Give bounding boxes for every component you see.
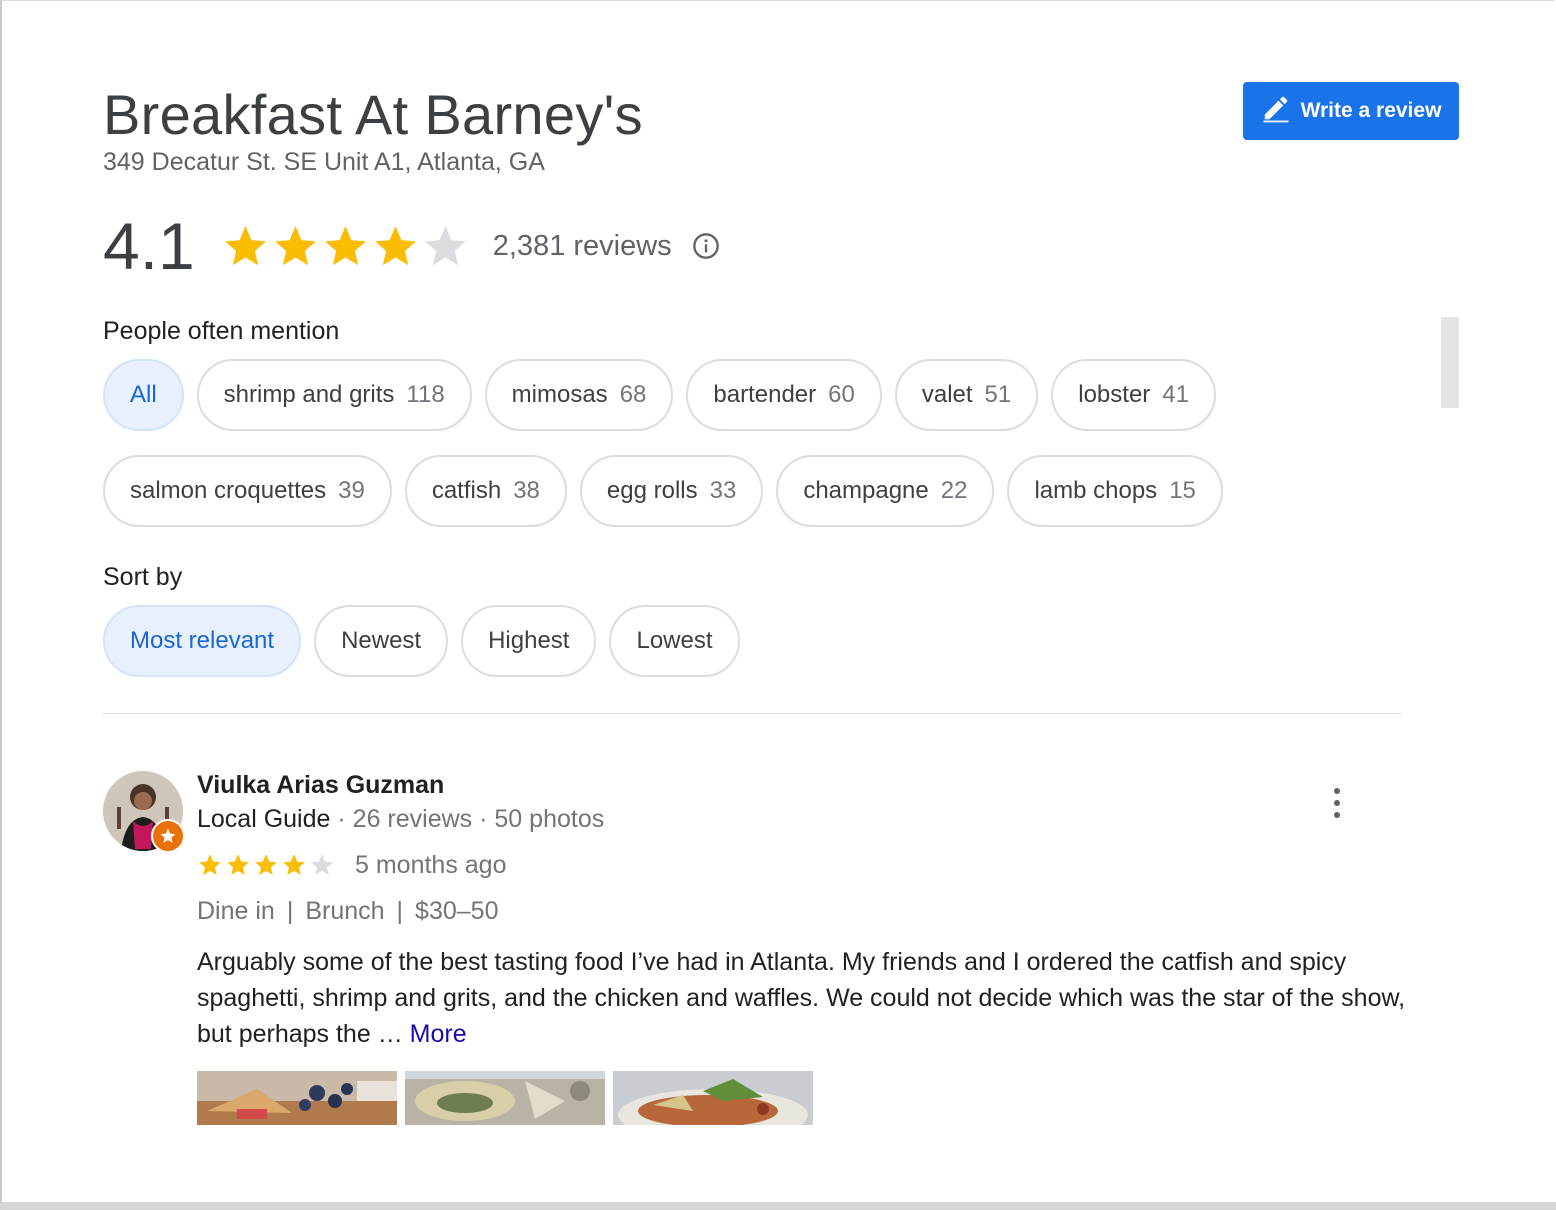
star-filled-icon bbox=[324, 225, 366, 265]
star-filled-icon bbox=[255, 854, 277, 875]
chip-label: salmon croquettes bbox=[130, 477, 327, 504]
place-address: 349 Decatur St. SE Unit A1, Atlanta, GA bbox=[103, 148, 545, 176]
mention-chip-all[interactable]: All bbox=[103, 359, 184, 431]
sort-most-relevant-button[interactable]: Most relevant bbox=[103, 605, 302, 677]
star-empty-icon bbox=[424, 225, 466, 265]
review-photo[interactable] bbox=[197, 1071, 397, 1125]
review-stars bbox=[197, 852, 337, 878]
review-tags: Dine in | Brunch | $30–50 bbox=[197, 897, 498, 926]
star-filled-icon bbox=[374, 225, 416, 265]
tag-dine-in: Dine in bbox=[197, 897, 275, 925]
scrollbar-thumb[interactable] bbox=[1441, 317, 1459, 408]
write-review-button[interactable]: Write a review bbox=[1243, 82, 1459, 140]
sort-options: Most relevant Newest Highest Lowest bbox=[103, 605, 740, 677]
sort-lowest-button[interactable]: Lowest bbox=[609, 605, 740, 677]
chip-count: 15 bbox=[1169, 477, 1196, 504]
tag-separator: | bbox=[396, 897, 404, 925]
reviewer-meta: Local Guide · 26 reviews · 50 photos bbox=[197, 805, 604, 834]
chip-count: 38 bbox=[513, 477, 540, 504]
local-guide-label: Local Guide bbox=[197, 805, 331, 833]
meta-separator: · bbox=[479, 805, 488, 833]
avatar[interactable] bbox=[103, 771, 185, 853]
chip-count: 39 bbox=[338, 477, 365, 504]
review-rating-row: 5 months ago bbox=[197, 848, 507, 882]
chip-count: 60 bbox=[828, 381, 855, 408]
mention-chip-lobster[interactable]: lobster 41 bbox=[1051, 359, 1216, 431]
star-filled-icon bbox=[224, 225, 266, 265]
reviewer-review-count: 26 reviews bbox=[352, 805, 473, 833]
write-review-label: Write a review bbox=[1300, 99, 1442, 122]
review-photo[interactable] bbox=[405, 1071, 605, 1125]
chip-count: 41 bbox=[1162, 381, 1189, 408]
mention-chip-salmon-croquettes[interactable]: salmon croquettes 39 bbox=[103, 455, 392, 527]
chip-count: 33 bbox=[709, 477, 737, 504]
mention-chip-mimosas[interactable]: mimosas 68 bbox=[484, 359, 674, 431]
chip-count: 51 bbox=[984, 381, 1012, 408]
divider bbox=[103, 713, 1401, 714]
pencil-icon bbox=[1261, 93, 1291, 129]
review-count[interactable]: 2,381 reviews bbox=[493, 230, 672, 263]
rating-value: 4.1 bbox=[103, 209, 195, 283]
chip-label: shrimp and grits bbox=[223, 381, 395, 408]
mention-chip-valet[interactable]: valet 51 bbox=[894, 359, 1039, 431]
more-link[interactable]: More bbox=[410, 1020, 467, 1048]
local-guide-badge-icon bbox=[151, 819, 185, 853]
bottom-edge bbox=[0, 1202, 1556, 1210]
chip-label: valet bbox=[921, 381, 973, 408]
review-photo[interactable] bbox=[613, 1071, 813, 1125]
mention-chip-catfish[interactable]: catfish 38 bbox=[404, 455, 567, 527]
chip-count: 68 bbox=[619, 381, 647, 408]
reviewer-photo-count: 50 photos bbox=[494, 805, 605, 833]
star-filled-icon bbox=[199, 854, 221, 875]
mention-chip-bartender[interactable]: bartender 60 bbox=[686, 359, 882, 431]
mentions-label: People often mention bbox=[103, 317, 340, 345]
rating-stars bbox=[221, 222, 471, 271]
chip-label: Most relevant bbox=[130, 627, 275, 654]
chip-label: Newest bbox=[341, 627, 422, 654]
review-body: Arguably some of the best tasting food I… bbox=[197, 948, 1406, 1048]
tag-brunch: Brunch bbox=[305, 897, 385, 925]
chip-label: Highest bbox=[488, 627, 570, 654]
mention-chip-shrimp-and-grits[interactable]: shrimp and grits 118 bbox=[196, 359, 472, 431]
star-filled-icon bbox=[227, 854, 249, 875]
review-time: 5 months ago bbox=[355, 850, 507, 879]
info-icon[interactable] bbox=[692, 232, 720, 260]
reviewer-name[interactable]: Viulka Arias Guzman bbox=[197, 771, 444, 800]
sort-newest-button[interactable]: Newest bbox=[314, 605, 449, 677]
mention-chip-lamb-chops[interactable]: lamb chops 15 bbox=[1007, 455, 1223, 527]
star-empty-icon bbox=[311, 854, 333, 875]
chip-label: egg rolls bbox=[606, 477, 698, 504]
tag-separator: | bbox=[286, 897, 294, 925]
chip-label: All bbox=[130, 381, 157, 408]
chip-count: 22 bbox=[940, 477, 968, 504]
chip-label: champagne bbox=[803, 477, 929, 504]
chip-label: mimosas bbox=[511, 381, 608, 408]
chip-count: 118 bbox=[406, 381, 445, 408]
meta-separator: · bbox=[337, 805, 346, 833]
tag-price: $30–50 bbox=[415, 897, 499, 925]
place-title: Breakfast At Barney's bbox=[103, 83, 643, 146]
review-text: Arguably some of the best tasting food I… bbox=[197, 944, 1407, 1052]
chip-label: lobster bbox=[1078, 381, 1151, 408]
star-filled-icon bbox=[283, 854, 305, 875]
mention-chips-row: salmon croquettes 39 catfish 38 egg rolls 33 c… bbox=[103, 455, 1223, 527]
mention-chips-row: All shrimp and grits 118 mimosas 68 bartender… bbox=[103, 359, 1216, 431]
chip-label: catfish bbox=[431, 477, 502, 504]
sort-highest-button[interactable]: Highest bbox=[461, 605, 597, 677]
star-filled-icon bbox=[274, 225, 316, 265]
sort-label: Sort by bbox=[103, 563, 183, 591]
mention-chip-champagne[interactable]: champagne 22 bbox=[776, 455, 995, 527]
chip-label: bartender bbox=[713, 381, 817, 408]
more-options-icon[interactable] bbox=[1322, 785, 1352, 821]
mention-chip-egg-rolls[interactable]: egg rolls 33 bbox=[579, 455, 764, 527]
chip-label: lamb chops bbox=[1034, 477, 1158, 504]
chip-label: Lowest bbox=[636, 627, 713, 654]
rating-summary: 4.1 2,381 reviews bbox=[103, 208, 720, 284]
